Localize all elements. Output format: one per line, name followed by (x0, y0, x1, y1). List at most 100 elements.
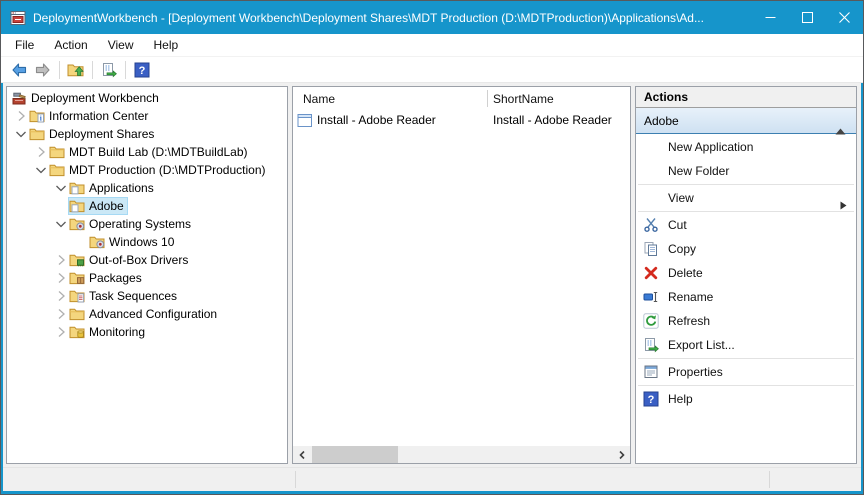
tree-item-label: Deployment Shares (46, 126, 157, 142)
list-row-install-adobe-reader[interactable]: Install - Adobe Reader Install - Adobe R… (293, 111, 630, 129)
tree-item-label: Information Center (46, 108, 151, 124)
content-area: Deployment Workbench i Informatio (3, 83, 861, 491)
scrollbar-thumb[interactable] (312, 446, 398, 463)
help-icon: ? (134, 62, 150, 78)
action-refresh[interactable]: Refresh (636, 309, 856, 333)
action-copy[interactable]: Copy (636, 237, 856, 261)
chevron-collapsed-icon[interactable] (13, 108, 29, 124)
help-button[interactable]: ? (130, 59, 154, 81)
chevron-expanded-icon[interactable] (33, 162, 49, 178)
status-bar-divider (769, 471, 770, 488)
menu-file[interactable]: File (5, 35, 44, 55)
folder-application-icon (69, 181, 86, 195)
chevron-collapsed-icon[interactable] (53, 324, 69, 340)
folder-icon (49, 163, 66, 177)
minimize-button[interactable] (752, 1, 789, 34)
folder-os-icon (69, 217, 86, 231)
horizontal-scrollbar (293, 446, 630, 463)
action-export-list[interactable]: Export List... (636, 333, 856, 357)
tree-item-deployment-workbench[interactable]: Deployment Workbench (7, 89, 287, 107)
tree-item-applications[interactable]: Applications (7, 179, 287, 197)
scroll-right-arrow[interactable] (613, 446, 630, 463)
refresh-icon (643, 313, 659, 329)
close-button[interactable] (826, 1, 863, 34)
action-properties[interactable]: Properties (636, 360, 856, 384)
close-icon (839, 12, 850, 23)
svg-text:i: i (40, 114, 42, 123)
chevron-collapsed-icon[interactable] (53, 288, 69, 304)
tree-item-information-center[interactable]: i Information Center (7, 107, 287, 125)
tree-item-label: Windows 10 (106, 234, 177, 250)
chevron-expanded-icon[interactable] (13, 126, 29, 142)
copy-icon (643, 241, 659, 257)
cut-icon (643, 217, 659, 233)
forward-arrow-icon (34, 61, 52, 79)
tree-item-operating-systems[interactable]: Operating Systems (7, 215, 287, 233)
actions-list: New Application New Folder View (636, 134, 856, 411)
chevron-collapsed-icon[interactable] (53, 252, 69, 268)
tree-item-out-of-box-drivers[interactable]: Out-of-Box Drivers (7, 251, 287, 269)
action-pane-toggle-button[interactable] (97, 59, 121, 81)
tree-item-label: Deployment Workbench (28, 90, 162, 106)
chevron-collapsed-icon[interactable] (53, 270, 69, 286)
folder-package-icon (69, 271, 86, 285)
action-delete[interactable]: Delete (636, 261, 856, 285)
list-header: Name ShortName (293, 87, 630, 111)
maximize-icon (802, 12, 813, 23)
title-bar: DeploymentWorkbench - [Deployment Workbe… (1, 1, 863, 34)
folder-icon (29, 127, 46, 141)
tree-item-windows-10[interactable]: Windows 10 (7, 233, 287, 251)
actions-separator (638, 358, 854, 359)
actions-separator (638, 184, 854, 185)
action-view[interactable]: View (636, 186, 856, 210)
list-pane-icon (101, 62, 117, 78)
action-cut[interactable]: Cut (636, 213, 856, 237)
tree-item-advanced-configuration[interactable]: Advanced Configuration (7, 305, 287, 323)
properties-icon (643, 364, 659, 380)
tree-item-label: Task Sequences (86, 288, 180, 304)
menu-action[interactable]: Action (44, 35, 97, 55)
minimize-icon (765, 12, 776, 23)
menu-bar: File Action View Help (1, 34, 863, 57)
action-new-folder[interactable]: New Folder (636, 159, 856, 183)
action-help[interactable]: ? Help (636, 387, 856, 411)
chevron-collapsed-icon[interactable] (33, 144, 49, 160)
tree-item-deployment-shares[interactable]: Deployment Shares (7, 125, 287, 143)
back-button[interactable] (7, 59, 31, 81)
tree-item-adobe[interactable]: Adobe (7, 197, 287, 215)
export-list-icon (643, 337, 659, 353)
app-window: DeploymentWorkbench - [Deployment Workbe… (0, 0, 864, 495)
menu-help[interactable]: Help (144, 35, 189, 55)
tree-item-label: Applications (86, 180, 157, 196)
chevron-collapsed-icon[interactable] (53, 306, 69, 322)
scroll-left-arrow[interactable] (293, 446, 310, 463)
tree-item-mdt-production[interactable]: MDT Production (D:\MDTProduction) (7, 161, 287, 179)
chevron-expanded-icon[interactable] (53, 180, 69, 196)
tree-item-label: Monitoring (86, 324, 148, 340)
window-controls (752, 1, 863, 34)
toolbar-separator (92, 61, 93, 79)
forward-button[interactable] (31, 59, 55, 81)
menu-view[interactable]: View (98, 35, 144, 55)
tree-item-label: Operating Systems (86, 216, 194, 232)
tree-item-packages[interactable]: Packages (7, 269, 287, 287)
folder-os-icon (89, 235, 106, 249)
folder-application-icon (69, 199, 86, 213)
action-rename[interactable]: Rename (636, 285, 856, 309)
column-header-shortname[interactable]: ShortName (487, 90, 630, 107)
tree-item-label: Out-of-Box Drivers (86, 252, 191, 268)
svg-text:?: ? (139, 65, 146, 77)
column-header-name[interactable]: Name (293, 87, 487, 110)
folder-driver-icon (69, 253, 86, 267)
actions-pane: Actions Adobe New Application New Folder… (635, 86, 857, 464)
chevron-expanded-icon[interactable] (53, 216, 69, 232)
action-new-application[interactable]: New Application (636, 135, 856, 159)
tree-item-monitoring[interactable]: Monitoring (7, 323, 287, 341)
up-one-level-button[interactable] (64, 59, 88, 81)
actions-group-adobe[interactable]: Adobe (636, 108, 856, 134)
maximize-button[interactable] (789, 1, 826, 34)
tree-item-task-sequences[interactable]: Task Sequences (7, 287, 287, 305)
tree-item-mdt-build-lab[interactable]: MDT Build Lab (D:\MDTBuildLab) (7, 143, 287, 161)
help-icon: ? (643, 391, 659, 407)
scrollbar-track[interactable] (310, 446, 613, 463)
